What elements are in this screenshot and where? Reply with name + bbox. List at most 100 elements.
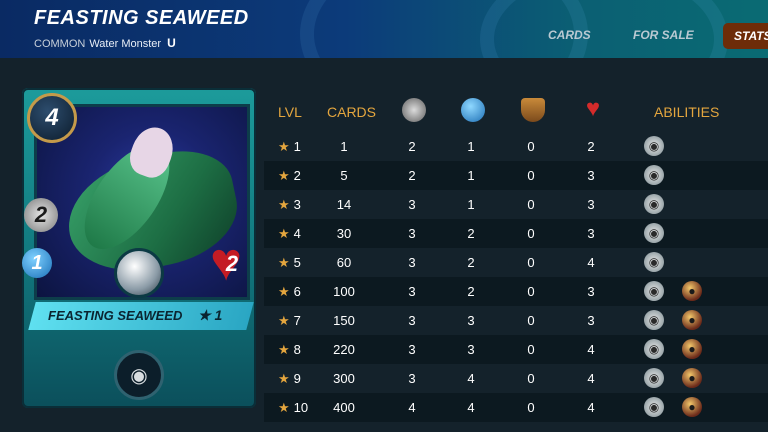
eye-icon[interactable]: ◉	[644, 281, 664, 301]
star-icon: ★	[278, 313, 290, 328]
speed-cell: 4	[467, 400, 475, 415]
table-row: ★ 1 1 2 1 0 2 ◉	[264, 132, 768, 161]
cards-cell: 220	[333, 342, 355, 357]
eye-icon[interactable]: ◉	[644, 397, 664, 417]
armor-cell: 0	[527, 197, 535, 212]
level-cell: ★ 2	[278, 168, 301, 184]
eye-icon[interactable]: ◉	[644, 194, 664, 214]
table-header: LVL CARDS ♥ ABILITIES	[264, 92, 768, 132]
health-cell: 3	[587, 284, 595, 299]
star-icon: ★	[278, 400, 290, 415]
health-cell: 4	[587, 255, 595, 270]
armor-cell: 0	[527, 168, 535, 183]
speed-cell: 1	[467, 168, 475, 183]
armor-cell: 0	[527, 400, 535, 415]
cards-header: CARDS	[327, 104, 377, 120]
attack-cell: 3	[408, 342, 416, 357]
attack-cell: 3	[408, 226, 416, 241]
bomb-icon[interactable]: ●	[682, 368, 702, 388]
table-row: ★ 3 14 3 1 0 3 ◉	[264, 190, 768, 219]
bomb-icon[interactable]: ●	[682, 310, 702, 330]
table-row: ★ 4 30 3 2 0 3 ◉	[264, 219, 768, 248]
card-name: FEASTING SEAWEED	[48, 308, 183, 323]
armor-icon	[521, 98, 545, 122]
level-cell: ★ 3	[278, 197, 301, 213]
level-value: 3	[293, 197, 301, 212]
table-row: ★ 7 150 3 3 0 3 ◉ ●	[264, 306, 768, 335]
armor-cell: 0	[527, 284, 535, 299]
cards-cell: 1	[340, 139, 348, 154]
health-cell: 3	[587, 313, 595, 328]
stats-table: LVL CARDS ♥ ABILITIES ★ 1 1 2 1 0 2 ◉ ★ 2 5 2 1 0 3 ◉ ★ 3…	[264, 92, 768, 422]
attack-cell: 3	[408, 284, 416, 299]
attack-cell: 3	[408, 371, 416, 386]
table-row: ★ 10 400 4 4 0 4 ◉ ●	[264, 393, 768, 422]
bomb-icon[interactable]: ●	[682, 281, 702, 301]
level-value: 4	[293, 226, 301, 241]
speed-cell: 2	[467, 226, 475, 241]
speed-cell: 3	[467, 342, 475, 357]
star-icon: ★	[278, 197, 290, 212]
eye-icon[interactable]: ◉	[644, 339, 664, 359]
eye-icon[interactable]: ◉	[644, 136, 664, 156]
armor-cell: 0	[527, 255, 535, 270]
abilities-header: ABILITIES	[654, 104, 720, 120]
level-value: 9	[293, 371, 301, 386]
speed-cell: 1	[467, 139, 475, 154]
eye-icon[interactable]: ◉	[644, 223, 664, 243]
bomb-icon[interactable]: ●	[682, 339, 702, 359]
card-type-label: Water Monster	[89, 38, 162, 50]
speed-cell: 1	[467, 197, 475, 212]
lvl-header: LVL	[278, 104, 302, 120]
level-value: 7	[293, 313, 301, 328]
level-value: 2	[293, 168, 301, 183]
health-cell: 3	[587, 197, 595, 212]
card-subtitle: COMMON Water Monster U	[34, 36, 176, 50]
eye-icon[interactable]: ◉	[644, 310, 664, 330]
health-cell: 4	[587, 400, 595, 415]
eye-icon: ◉	[114, 350, 164, 400]
star-icon: ★	[278, 168, 290, 183]
star-icon: ★	[278, 342, 290, 357]
level-cell: ★ 4	[278, 226, 301, 242]
attack-cell: 2	[408, 139, 416, 154]
cards-cell: 30	[336, 226, 352, 241]
bomb-icon[interactable]: ●	[682, 397, 702, 417]
level-cell: ★ 5	[278, 255, 301, 271]
tab-cards[interactable]: CARDS	[548, 28, 591, 42]
eye-icon[interactable]: ◉	[644, 252, 664, 272]
armor-cell: 0	[527, 139, 535, 154]
tab-for-sale[interactable]: FOR SALE	[633, 28, 694, 42]
cards-cell: 300	[333, 371, 355, 386]
star-icon: ★	[278, 284, 290, 299]
level-value: 1	[293, 139, 301, 154]
level-value: 6	[293, 284, 301, 299]
health-value: 2	[225, 251, 239, 276]
health-icon: ♥	[585, 95, 601, 122]
cards-cell: 150	[333, 313, 355, 328]
eye-icon[interactable]: ◉	[644, 368, 664, 388]
cards-cell: 400	[333, 400, 355, 415]
card-level: ★ 1	[198, 307, 223, 323]
star-icon: ★	[278, 371, 290, 386]
star-icon: ★	[278, 226, 290, 241]
level-value: 10	[293, 400, 309, 415]
melee-attack-stat: 2	[24, 198, 58, 232]
attack-cell: 3	[408, 313, 416, 328]
table-row: ★ 9 300 3 4 0 4 ◉ ●	[264, 364, 768, 393]
health-cell: 4	[587, 342, 595, 357]
star-icon: ★	[278, 139, 290, 154]
table-row: ★ 6 100 3 2 0 3 ◉ ●	[264, 277, 768, 306]
speed-cell: 2	[467, 255, 475, 270]
level-value: 8	[293, 342, 301, 357]
page-header: FEASTING SEAWEED COMMON Water Monster U CA…	[0, 0, 768, 58]
attack-cell: 4	[408, 400, 416, 415]
health-cell: 2	[587, 139, 595, 154]
tab-stats[interactable]: STATS	[723, 23, 768, 49]
eye-icon[interactable]: ◉	[644, 165, 664, 185]
cards-cell: 100	[333, 284, 355, 299]
armor-cell: 0	[527, 226, 535, 241]
speed-stat: 1	[22, 248, 52, 278]
health-cell: 3	[587, 226, 595, 241]
monster-card: 4 2 1 2 FEASTING SEAWEED ★ 1 ◉	[22, 88, 256, 408]
